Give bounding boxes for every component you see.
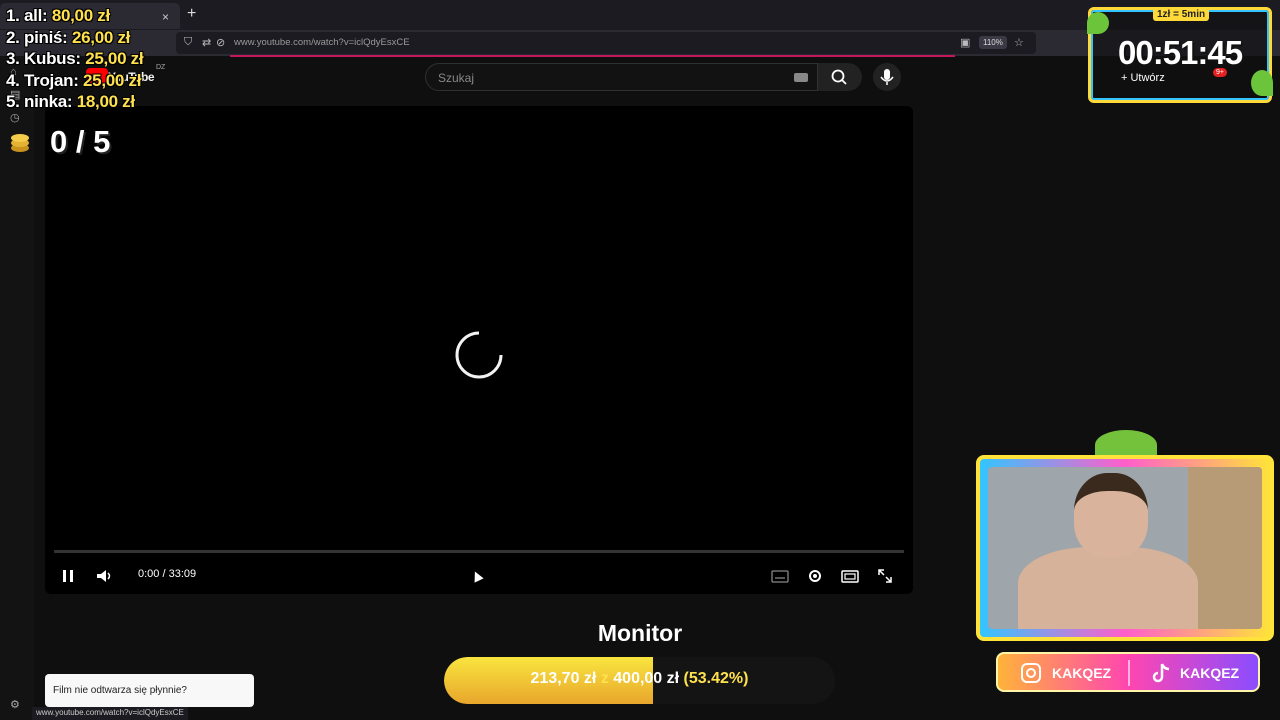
tiktok-handle[interactable]: KAKQEZ [1180, 665, 1239, 681]
leaderboard-name: all: [24, 6, 48, 25]
leaderboard-amount: 80,00 zł [51, 6, 110, 25]
settings-gear-icon[interactable] [805, 566, 825, 586]
leaderboard-name: Trojan: [24, 70, 79, 90]
webcam-background [1188, 467, 1262, 629]
video-progress-bar[interactable] [54, 550, 904, 553]
palm-leaf-icon [1087, 12, 1109, 34]
status-bar-link: www.youtube.com/watch?v=iclQdyEsxCE [32, 707, 188, 720]
leaderboard-amount: 25,00 zł [85, 49, 144, 68]
leaderboard-rank: 4. [6, 70, 20, 90]
donation-goal-bar: 213,70 zł z 400,00 zł (53.42%) [444, 657, 835, 704]
social-links: KAKQEZ KAKQEZ [996, 652, 1260, 692]
toast-text: Film nie odtwarza się płynnie? [53, 685, 187, 696]
youtube-mini-sidebar: ⌂ ▤ ◷ [0, 56, 34, 720]
coin-stack-icon [11, 134, 29, 152]
leaderboard-row: 5. ninka: 18,00 zł [6, 92, 206, 114]
pause-icon[interactable] [58, 566, 78, 586]
leaderboard-amount: 26,00 zł [71, 27, 131, 47]
leaderboard-row: 4. Trojan: 25,00 zł [6, 71, 206, 93]
social-divider [1128, 660, 1130, 686]
search-input[interactable]: Szukaj [425, 63, 818, 91]
leaderboard-rank: 1. [6, 6, 20, 25]
search-placeholder: Szukaj [438, 71, 475, 85]
leaderboard-name: ninka: [24, 92, 73, 111]
media-blocked-icon[interactable]: ⊘ [216, 36, 225, 49]
page-load-bar [230, 55, 955, 57]
goal-separator: z [600, 670, 609, 687]
tiktok-icon [1152, 663, 1170, 683]
leaderboard-name: Kubus: [24, 49, 81, 68]
video-player[interactable]: 0:00 / 33:09 [45, 106, 913, 594]
timer-value: 00:51:45 [1118, 34, 1243, 71]
subathon-timer: 1zł = 5min 00:51:45 + Utwórz 9+ [1087, 7, 1273, 103]
subtitles-icon[interactable] [770, 566, 790, 586]
voice-search-button[interactable] [873, 63, 901, 91]
streamer-body [1018, 547, 1198, 629]
leaderboard-rank: 3. [6, 49, 20, 68]
leaderboard-row: 3. Kubus: 25,00 zł [6, 49, 206, 71]
webcam-feed [988, 467, 1262, 629]
search-icon [831, 69, 847, 85]
streamer-head [1074, 473, 1148, 557]
create-button[interactable]: + Utwórz [1121, 72, 1165, 84]
donation-leaderboard: 1. all: 80,00 zł 2. piniś: 26,00 zł 3. K… [6, 6, 206, 114]
palm-leaf-icon [1251, 70, 1273, 96]
loading-spinner-icon [455, 331, 503, 379]
timer-rate-label: 1zł = 5min [1153, 8, 1210, 21]
zoom-level-badge[interactable]: 110% [979, 36, 1007, 49]
goal-current: 213,70 zł [530, 670, 597, 687]
goal-target: 400,00 zł [613, 670, 680, 687]
gear-icon[interactable]: ⚙ [10, 698, 20, 711]
keyboard-icon[interactable] [794, 73, 808, 82]
url-text[interactable]: www.youtube.com/watch?v=iclQdyEsxCE [234, 37, 410, 48]
fullscreen-icon[interactable] [875, 566, 895, 586]
create-label: Utwórz [1130, 72, 1165, 84]
goal-title: Monitor [597, 620, 683, 646]
instagram-handle[interactable]: KAKQEZ [1052, 665, 1111, 681]
leaderboard-amount: 25,00 zł [83, 70, 142, 90]
reader-view-icon[interactable]: ▣ [960, 36, 970, 49]
leaderboard-rank: 2. [6, 27, 20, 47]
goal-percent: (53.42%) [683, 670, 749, 687]
volume-icon[interactable] [94, 566, 114, 586]
instagram-icon [1021, 663, 1041, 683]
goal-counter: 0 / 5 [50, 124, 111, 159]
leaderboard-name: piniś: [24, 27, 68, 47]
address-bar[interactable]: ⛉ ⇄ ⊘ www.youtube.com/watch?v=iclQdyEsxC… [176, 32, 1036, 54]
goal-text: 213,70 zł z 400,00 zł (53.42%) [444, 670, 835, 688]
search-button[interactable] [818, 63, 862, 91]
theater-mode-icon[interactable] [840, 566, 860, 586]
microphone-icon [880, 69, 894, 85]
leaderboard-row: 1. all: 80,00 zł [6, 6, 206, 28]
bookmark-star-icon[interactable]: ☆ [1014, 36, 1024, 49]
playback-feedback-toast[interactable]: Film nie odtwarza się płynnie? [45, 674, 254, 707]
time-display: 0:00 / 33:09 [138, 568, 197, 580]
leaderboard-row: 2. piniś: 26,00 zł [6, 28, 206, 50]
webcam-frame [976, 455, 1274, 641]
leaderboard-rank: 5. [6, 92, 20, 111]
notifications-badge[interactable]: 9+ [1213, 68, 1227, 77]
leaderboard-amount: 18,00 zł [76, 92, 135, 111]
